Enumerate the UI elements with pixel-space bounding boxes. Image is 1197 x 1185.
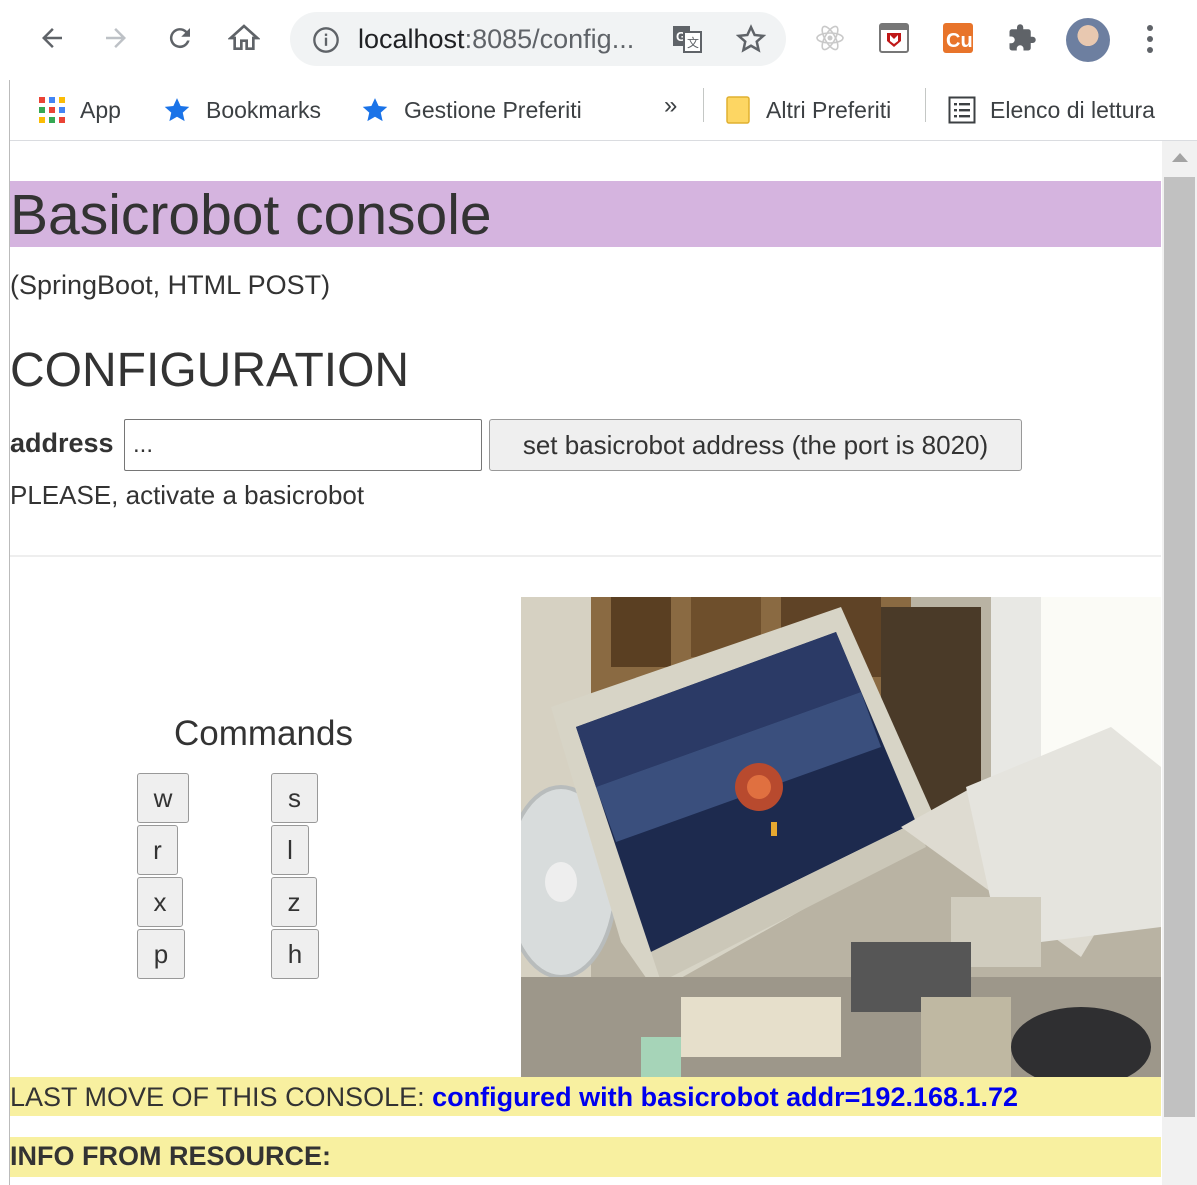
- reload-icon: [169, 28, 190, 49]
- command-z-button[interactable]: z: [271, 877, 317, 927]
- url-text: localhost:8085/config...: [358, 24, 634, 55]
- address-bar[interactable]: localhost:8085/config... G文: [290, 12, 786, 66]
- scrollbar-thumb[interactable]: [1164, 177, 1195, 1117]
- last-move-label: LAST MOVE OF THIS CONSOLE:: [10, 1082, 425, 1112]
- page-content: Basicrobot console (SpringBoot, HTML POS…: [10, 141, 1161, 1185]
- command-w-button[interactable]: w: [137, 773, 189, 823]
- webcam-video: [521, 597, 1161, 1077]
- reading-list-button[interactable]: Elenco di lettura: [948, 88, 1155, 132]
- bookmark-label: Bookmarks: [206, 96, 322, 123]
- address-input[interactable]: [124, 419, 482, 471]
- bookmarks-divider: [925, 88, 926, 122]
- reading-list-label: Elenco di lettura: [990, 96, 1155, 123]
- reload-button[interactable]: [158, 16, 202, 60]
- section-divider: [10, 555, 1161, 557]
- home-icon: [228, 24, 260, 50]
- svg-text:文: 文: [687, 35, 699, 50]
- last-move-value: configured with basicrobot addr=192.168.…: [432, 1082, 1019, 1112]
- back-button[interactable]: [30, 16, 74, 60]
- configuration-heading: CONFIGURATION: [10, 344, 410, 397]
- home-button[interactable]: [222, 16, 266, 60]
- last-move-line: LAST MOVE OF THIS CONSOLE: configured wi…: [10, 1082, 1018, 1113]
- bookmark-gestione-preferiti[interactable]: Gestione Preferiti: [360, 88, 582, 132]
- address-label: address: [10, 428, 114, 458]
- folder-icon: [726, 95, 752, 125]
- command-r-button[interactable]: r: [137, 825, 178, 875]
- profile-avatar[interactable]: [1066, 18, 1110, 62]
- bookmark-label: Gestione Preferiti: [404, 96, 582, 123]
- svg-text:Cu: Cu: [946, 30, 973, 52]
- scroll-up-arrow-icon[interactable]: [1172, 153, 1188, 162]
- vertical-scrollbar[interactable]: [1162, 141, 1197, 1185]
- background-window-edge: [0, 80, 10, 1185]
- command-l-button[interactable]: l: [271, 825, 309, 875]
- bookmark-altri-preferiti[interactable]: Altri Preferiti: [726, 88, 891, 132]
- more-bookmarks-chevron[interactable]: »: [664, 92, 677, 120]
- react-devtools-icon[interactable]: [814, 22, 846, 54]
- star-icon: [162, 95, 192, 125]
- bookmark-bookmarks[interactable]: Bookmarks: [162, 88, 321, 132]
- command-s-button[interactable]: s: [271, 773, 318, 823]
- webcam-image: [521, 597, 1161, 1077]
- bookmarks-divider: [703, 88, 704, 122]
- activation-message: PLEASE, activate a basicrobot: [10, 480, 365, 510]
- info-from-resource-label: INFO FROM RESOURCE:: [10, 1141, 331, 1171]
- command-x-button[interactable]: x: [137, 877, 183, 927]
- back-arrow-icon: [42, 28, 62, 48]
- bookmarks-bar: App Bookmarks Gestione Preferiti » Altri…: [0, 80, 1197, 141]
- bookmark-star-icon[interactable]: [735, 24, 767, 59]
- page-subtitle: (SpringBoot, HTML POST): [10, 270, 331, 300]
- commands-heading: Commands: [174, 714, 353, 753]
- url-path: :8085/config...: [464, 24, 635, 54]
- reading-list-icon: [948, 96, 976, 124]
- extensions-puzzle-icon[interactable]: [1006, 22, 1038, 54]
- cu-extension-icon[interactable]: Cu: [942, 22, 974, 54]
- forward-button[interactable]: [94, 16, 138, 60]
- url-host: localhost: [358, 24, 465, 54]
- apps-grid-icon: [38, 96, 66, 124]
- page-title: Basicrobot console: [10, 183, 492, 247]
- mcafee-icon[interactable]: [878, 22, 910, 54]
- forward-arrow-icon: [106, 28, 126, 48]
- browser-toolbar: localhost:8085/config... G文 Cu: [0, 0, 1197, 80]
- set-address-button[interactable]: set basicrobot address (the port is 8020…: [489, 419, 1022, 471]
- command-p-button[interactable]: p: [137, 929, 185, 979]
- bookmark-label: Altri Preferiti: [766, 96, 892, 123]
- browser-menu-icon[interactable]: [1140, 22, 1160, 58]
- bookmark-apps[interactable]: App: [38, 88, 121, 132]
- bookmark-label: App: [80, 96, 121, 123]
- translate-icon[interactable]: G文: [672, 25, 702, 58]
- command-h-button[interactable]: h: [271, 929, 319, 979]
- site-info-icon[interactable]: [312, 26, 340, 59]
- star-icon: [360, 95, 390, 125]
